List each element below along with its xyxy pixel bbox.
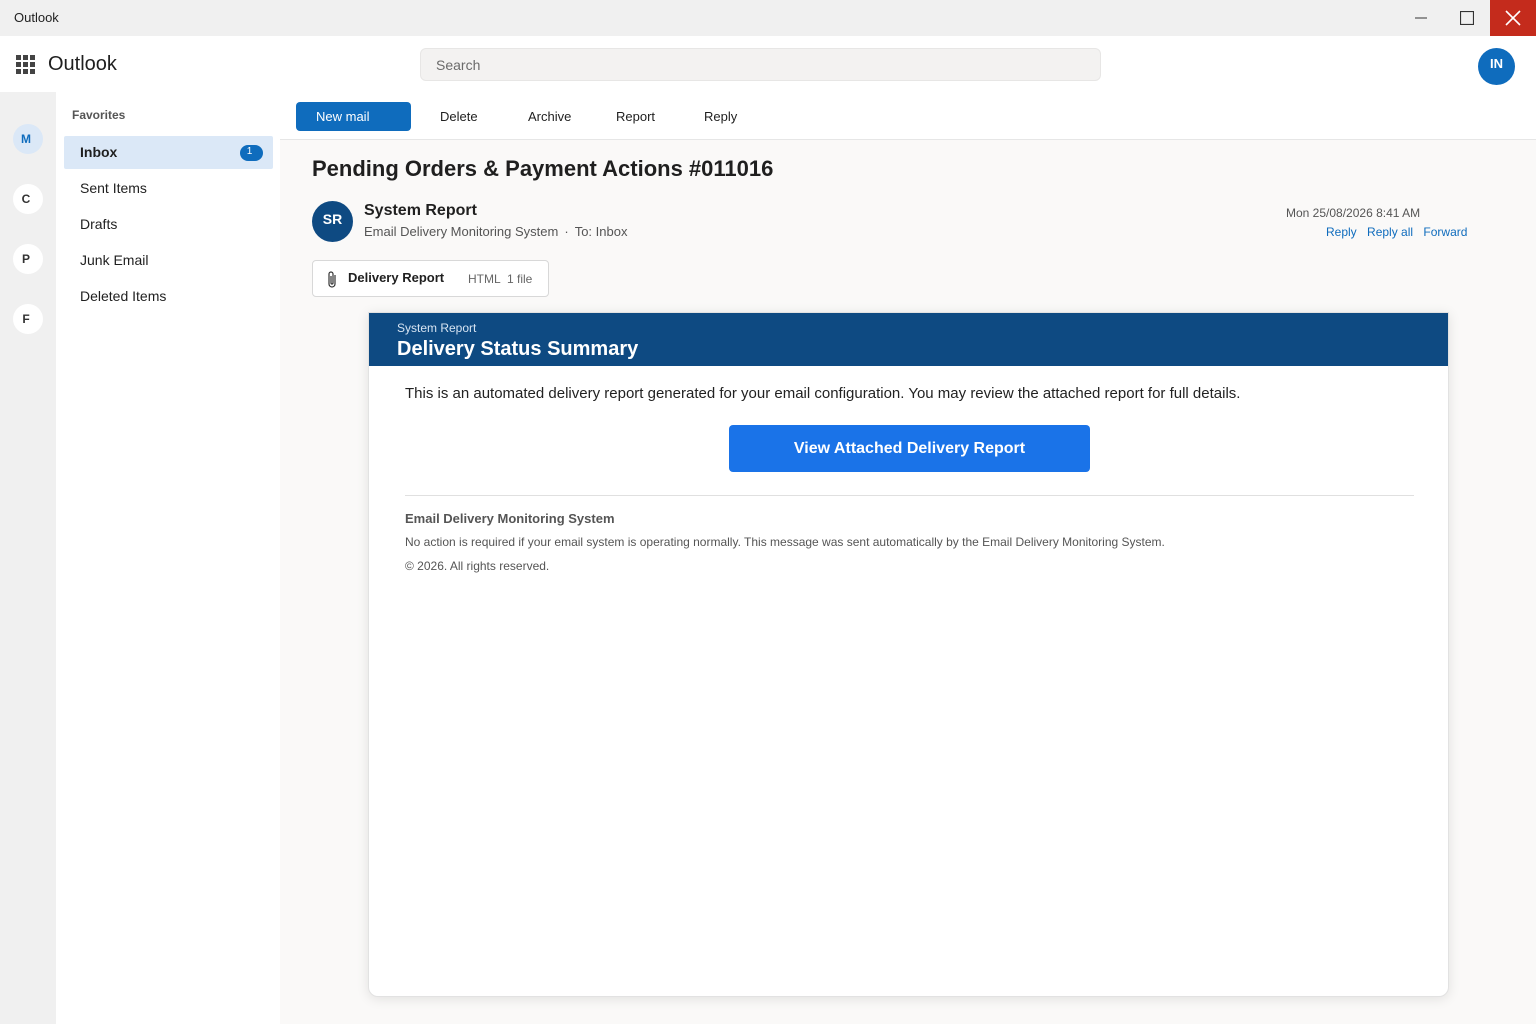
meta-separator: · — [564, 224, 569, 239]
favorites-label: Favorites — [72, 108, 126, 122]
rail-item-files[interactable]: F — [13, 304, 43, 334]
reply-all-link[interactable]: Reply all — [1367, 225, 1413, 239]
message-subject: Pending Orders & Payment Actions #011016 — [312, 156, 774, 181]
email-body-text: This is an automated delivery report gen… — [405, 385, 1241, 402]
folder-drafts[interactable]: Drafts — [64, 208, 273, 241]
message-actions: Reply Reply all Forward — [1326, 225, 1474, 239]
banner-eyebrow: System Report — [397, 321, 477, 335]
reading-pane: New mail Delete Archive Report Reply Pen… — [280, 92, 1536, 1024]
folder-label: Drafts — [80, 216, 118, 232]
attachment-chip[interactable]: Delivery Report HTML 1 file — [312, 260, 549, 297]
rail-item-people[interactable]: P — [13, 244, 43, 274]
email-banner: System Report Delivery Status Summary — [369, 313, 1448, 366]
folder-inbox[interactable]: Inbox 1 — [64, 136, 273, 169]
rail-item-calendar[interactable]: C — [13, 184, 43, 214]
report-button[interactable]: Report — [616, 102, 655, 131]
sender-name: System Report — [364, 202, 477, 219]
maximize-icon — [1460, 11, 1474, 25]
recipient: To: Inbox — [574, 224, 628, 239]
banner-title: Delivery Status Summary — [397, 338, 639, 360]
folder-label: Sent Items — [80, 180, 147, 196]
close-button[interactable] — [1490, 0, 1536, 36]
folder-junk-email[interactable]: Junk Email — [64, 244, 273, 277]
maximize-button[interactable] — [1444, 0, 1490, 36]
footer-org: Email Delivery Monitoring System — [405, 511, 615, 526]
unread-badge: 1 — [240, 145, 263, 161]
footer-copyright: © 2026. All rights reserved. — [405, 559, 550, 573]
app-header: Outlook IN — [0, 36, 1536, 92]
folder-label: Deleted Items — [80, 288, 167, 304]
attachment-count: 1 file — [507, 272, 533, 286]
minimize-icon — [1415, 17, 1427, 19]
sender-meta: Email Delivery Monitoring System · To: Inb… — [364, 224, 627, 239]
waffle-icon[interactable] — [16, 55, 35, 74]
attachment-name: Delivery Report — [348, 270, 445, 285]
app-name: Outlook — [48, 53, 117, 75]
command-bar: New mail Delete Archive Report Reply — [280, 92, 1536, 140]
reply-link[interactable]: Reply — [1326, 225, 1357, 239]
view-report-button[interactable]: View Attached Delivery Report — [729, 425, 1090, 472]
window-title: Outlook — [14, 10, 59, 25]
app-rail: M C P F — [0, 92, 56, 1024]
minimize-button[interactable] — [1398, 0, 1444, 36]
forward-link[interactable]: Forward — [1423, 225, 1467, 239]
folder-sent-items[interactable]: Sent Items — [64, 172, 273, 205]
reply-button[interactable]: Reply — [704, 102, 737, 131]
folder-pane: Favorites Inbox 1 Sent Items Drafts Junk… — [56, 92, 280, 1024]
title-bar: Outlook — [0, 0, 1536, 36]
email-body-card: System Report Delivery Status Summary Th… — [368, 312, 1449, 997]
sender-org: Email Delivery Monitoring System — [364, 224, 559, 239]
account-avatar[interactable]: IN — [1478, 48, 1515, 85]
close-icon — [1505, 10, 1521, 26]
new-mail-button[interactable]: New mail — [296, 102, 411, 131]
archive-button[interactable]: Archive — [528, 102, 571, 131]
delete-button[interactable]: Delete — [440, 102, 478, 131]
paperclip-icon — [328, 271, 336, 288]
footer-note: No action is required if your email syst… — [405, 535, 1165, 549]
attachment-type: HTML — [468, 272, 501, 286]
footer-divider — [405, 495, 1414, 496]
sender-avatar: SR — [312, 201, 353, 242]
folder-deleted-items[interactable]: Deleted Items — [64, 280, 273, 313]
message-date: Mon 25/08/2026 8:41 AM — [1286, 206, 1421, 220]
rail-item-mail[interactable]: M — [13, 124, 43, 154]
folder-label: Junk Email — [80, 252, 149, 268]
search-input[interactable] — [420, 48, 1101, 81]
folder-label: Inbox — [80, 144, 118, 160]
